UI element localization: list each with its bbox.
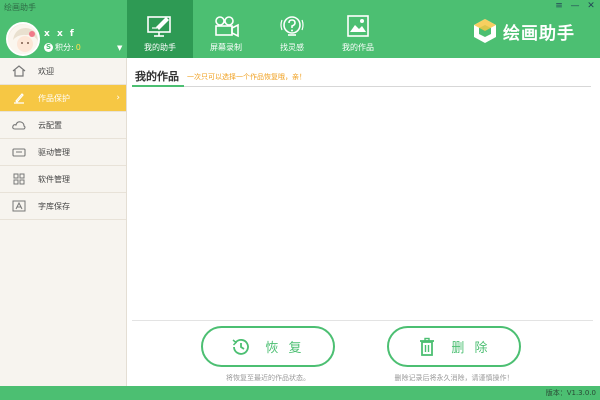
restore-note: 将恢复至最近的作品状态。: [226, 374, 310, 382]
tab-label: 屏幕录制: [210, 43, 242, 52]
sidebar: 欢迎 作品保护 › 云配置 驱动管理 软件管理 字库保存: [0, 58, 127, 386]
main-nav: 我的助手 屏幕录制 找灵感 我的作品: [127, 0, 391, 58]
user-score: S 积分: 0: [44, 42, 81, 53]
tab-label: 我的助手: [144, 43, 176, 52]
clock-icon: [232, 338, 250, 355]
tab-label: 找灵感: [280, 43, 304, 52]
monitor-brush-icon: [147, 16, 171, 37]
sidebar-item-label: 软件管理: [38, 174, 70, 184]
grid-icon: [12, 173, 26, 185]
tablet-icon: [12, 146, 26, 158]
sidebar-item-work-protection[interactable]: 作品保护 ›: [0, 85, 126, 112]
sidebar-item-cloud-config[interactable]: 云配置: [0, 112, 126, 139]
brush-icon: [12, 92, 26, 104]
restore-label: 恢 复: [265, 341, 305, 356]
sidebar-item-label: 字库保存: [38, 201, 70, 211]
tab-screen-record[interactable]: 屏幕录制: [193, 0, 259, 58]
question-bulb-icon: [280, 16, 304, 36]
sidebar-item-font-save[interactable]: 字库保存: [0, 193, 126, 220]
sidebar-item-label: 驱动管理: [38, 147, 70, 157]
sidebar-item-label: 云配置: [38, 120, 62, 130]
sidebar-item-label: 作品保护: [38, 93, 70, 103]
trash-icon: [420, 337, 435, 356]
restore-button[interactable]: 恢 复: [201, 326, 335, 367]
menu-icon[interactable]: ≡: [554, 1, 564, 11]
window-title: 绘画助手: [4, 3, 36, 12]
logo-text: 绘画助手: [503, 23, 575, 44]
tab-find-inspiration[interactable]: 找灵感: [259, 0, 325, 58]
picture-frame-icon: [347, 15, 369, 37]
sidebar-item-driver-management[interactable]: 驱动管理: [0, 139, 126, 166]
title-divider: [132, 86, 591, 87]
header-bar: 绘画助手 ≡ — ✕ x x f S 积分: 0 ▼ 我的助手 屏幕录制 找灵感…: [0, 0, 600, 58]
sidebar-item-label: 欢迎: [38, 66, 54, 76]
tab-my-assistant[interactable]: 我的助手: [127, 0, 193, 58]
footer-divider: [132, 320, 593, 321]
cloud-icon: [12, 119, 26, 131]
user-dropdown-icon[interactable]: ▼: [117, 44, 122, 52]
window-controls: ≡ — ✕: [554, 1, 596, 11]
app-logo: 绘画助手: [472, 18, 575, 44]
score-badge-icon: S: [44, 43, 53, 52]
main-panel: 我的作品 一次只可以选择一个作品恢复哦，亲！ 恢 复 将恢复至最近的作品状态。 …: [127, 58, 600, 386]
score-label: 积分:: [55, 43, 74, 52]
sidebar-item-welcome[interactable]: 欢迎: [0, 58, 126, 85]
delete-button[interactable]: 删 除: [387, 326, 521, 367]
score-value: 0: [75, 43, 81, 52]
avatar[interactable]: [6, 22, 40, 56]
page-hint: 一次只可以选择一个作品恢复哦，亲！: [187, 73, 306, 81]
minimize-button[interactable]: —: [570, 1, 580, 11]
tab-my-works[interactable]: 我的作品: [325, 0, 391, 58]
font-icon: [12, 200, 26, 212]
page-title: 我的作品: [135, 70, 179, 83]
status-bar: 版本：V1.3.0.0: [0, 386, 600, 400]
video-camera-icon: [215, 16, 239, 38]
version-label: 版本：V1.3.0.0: [545, 389, 596, 397]
delete-label: 删 除: [451, 341, 491, 356]
user-name: x x f: [44, 29, 76, 39]
chevron-right-icon: ›: [116, 93, 120, 103]
close-button[interactable]: ✕: [586, 1, 596, 11]
cube-logo-icon: [474, 19, 496, 43]
tab-label: 我的作品: [342, 43, 374, 52]
home-icon: [12, 65, 26, 77]
delete-note: 删除记录后将永久消除，请谨慎操作！: [394, 374, 514, 382]
title-accent-line: [132, 85, 184, 87]
sidebar-item-software-management[interactable]: 软件管理: [0, 166, 126, 193]
